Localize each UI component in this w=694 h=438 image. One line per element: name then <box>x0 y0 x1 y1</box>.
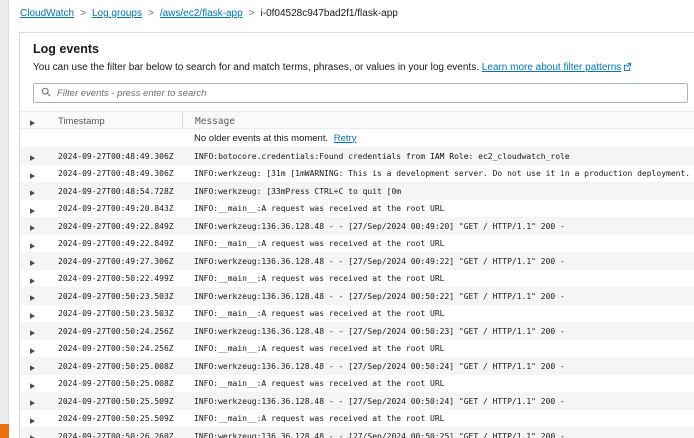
filter-bar[interactable] <box>33 83 688 103</box>
log-message: INFO:__main__:A request was received at … <box>182 239 694 248</box>
log-timestamp: 2024-09-27T00:50:26.260Z <box>58 432 182 438</box>
expand-arrow-icon[interactable]: ▶ <box>30 348 35 355</box>
retry-link[interactable]: Retry <box>334 133 357 144</box>
expand-arrow-icon[interactable]: ▶ <box>30 383 35 390</box>
filter-events-input[interactable] <box>57 88 680 99</box>
expand-arrow-icon[interactable]: ▶ <box>30 208 35 215</box>
breadcrumb-link[interactable]: Log groups <box>92 8 142 19</box>
log-row: ▶ 2024-09-27T00:48:49.306Z INFO:werkzeug… <box>20 165 694 183</box>
log-message: INFO:werkzeug:136.36.128.48 - - [27/Sep/… <box>182 362 694 371</box>
log-timestamp: 2024-09-27T00:50:25.008Z <box>58 379 182 388</box>
log-message: INFO:__main__:A request was received at … <box>182 344 694 353</box>
no-older-events-row: No older events at this moment. Retry <box>20 129 694 147</box>
log-message: INFO:werkzeug:136.36.128.48 - - [27/Sep/… <box>182 432 694 438</box>
no-older-events-message: No older events at this moment. Retry <box>182 133 694 144</box>
log-timestamp: 2024-09-27T00:50:25.509Z <box>58 397 182 406</box>
log-message: INFO:werkzeug: [31m [1mWARNING: This is … <box>182 169 694 178</box>
collapsed-sidebar <box>0 0 9 438</box>
log-timestamp: 2024-09-27T00:50:25.509Z <box>58 414 182 423</box>
expand-arrow-icon[interactable]: ▶ <box>30 418 35 425</box>
expand-arrow-icon[interactable]: ▶ <box>30 191 35 198</box>
log-timestamp: 2024-09-27T00:50:25.008Z <box>58 362 182 371</box>
orange-corner-badge <box>0 424 9 438</box>
expand-arrow-icon[interactable]: ▶ <box>30 366 35 373</box>
log-timestamp: 2024-09-27T00:49:22.849Z <box>58 239 182 248</box>
log-timestamp: 2024-09-27T00:50:23.503Z <box>58 309 182 318</box>
log-table-body: ▶ 2024-09-27T00:48:49.306Z INFO:botocore… <box>20 147 694 438</box>
log-message: INFO:__main__:A request was received at … <box>182 204 694 213</box>
breadcrumb-separator: > <box>148 8 154 19</box>
log-message: INFO:__main__:A request was received at … <box>182 414 694 423</box>
log-timestamp: 2024-09-27T00:49:22.849Z <box>58 222 182 231</box>
log-message: INFO:werkzeug: [33mPress CTRL+C to quit … <box>182 187 694 196</box>
log-row: ▶ 2024-09-27T00:49:22.849Z INFO:__main__… <box>20 235 694 253</box>
log-timestamp: 2024-09-27T00:48:54.728Z <box>58 187 182 196</box>
log-message: INFO:botocore.credentials:Found credenti… <box>182 152 694 161</box>
expand-arrow-icon: ▶ <box>30 121 35 128</box>
description-text: You can use the filter bar below to sear… <box>33 62 479 73</box>
table-header-row: ▶ Timestamp Message <box>20 111 694 129</box>
expand-arrow-icon[interactable]: ▶ <box>30 173 35 180</box>
column-header-timestamp: Timestamp <box>58 116 182 127</box>
search-icon <box>41 84 51 102</box>
breadcrumb: CloudWatch > Log groups > /aws/ec2/flask-app… <box>20 7 398 21</box>
learn-more-link[interactable]: Learn more about filter patterns <box>482 62 622 73</box>
expand-arrow-icon[interactable]: ▶ <box>30 313 35 320</box>
breadcrumb-separator: > <box>249 8 255 19</box>
log-message: INFO:werkzeug:136.36.128.48 - - [27/Sep/… <box>182 292 694 301</box>
log-message: INFO:werkzeug:136.36.128.48 - - [27/Sep/… <box>182 257 694 266</box>
breadcrumb-link[interactable]: CloudWatch <box>20 8 74 19</box>
panel-header: Log events You can use the filter bar be… <box>20 33 694 111</box>
expand-arrow-icon[interactable]: ▶ <box>30 401 35 408</box>
expand-arrow-icon[interactable]: ▶ <box>30 278 35 285</box>
external-link-icon <box>623 62 632 76</box>
notice-text: No older events at this moment. <box>194 133 328 144</box>
log-timestamp: 2024-09-27T00:49:20.843Z <box>58 204 182 213</box>
log-row: ▶ 2024-09-27T00:50:26.260Z INFO:werkzeug… <box>20 427 694 438</box>
log-row: ▶ 2024-09-27T00:48:54.728Z INFO:werkzeug… <box>20 182 694 200</box>
log-timestamp: 2024-09-27T00:48:49.306Z <box>58 169 182 178</box>
panel-description: You can use the filter bar below to sear… <box>33 61 694 76</box>
log-row: ▶ 2024-09-27T00:50:23.503Z INFO:__main__… <box>20 305 694 323</box>
breadcrumb-current: i-0f04528c947bad2f1/flask-app <box>261 8 398 19</box>
expand-arrow-icon[interactable]: ▶ <box>30 156 35 163</box>
log-events-table: ▶ Timestamp Message No older events at t… <box>20 111 694 438</box>
page-title: Log events <box>33 41 694 57</box>
log-row: ▶ 2024-09-27T00:50:24.256Z INFO:__main__… <box>20 340 694 358</box>
column-header-message: Message <box>182 112 694 129</box>
log-message: INFO:werkzeug:136.36.128.48 - - [27/Sep/… <box>182 222 694 231</box>
breadcrumb-link[interactable]: /aws/ec2/flask-app <box>160 8 243 19</box>
log-timestamp: 2024-09-27T00:48:49.306Z <box>58 152 182 161</box>
log-row: ▶ 2024-09-27T00:50:23.503Z INFO:werkzeug… <box>20 287 694 305</box>
log-message: INFO:__main__:A request was received at … <box>182 309 694 318</box>
log-message: INFO:__main__:A request was received at … <box>182 274 694 283</box>
log-message: INFO:werkzeug:136.36.128.48 - - [27/Sep/… <box>182 327 694 336</box>
expand-arrow-icon[interactable]: ▶ <box>30 226 35 233</box>
log-row: ▶ 2024-09-27T00:49:20.843Z INFO:__main__… <box>20 200 694 218</box>
log-row: ▶ 2024-09-27T00:50:25.509Z INFO:werkzeug… <box>20 392 694 410</box>
log-row: ▶ 2024-09-27T00:49:22.849Z INFO:werkzeug… <box>20 217 694 235</box>
log-timestamp: 2024-09-27T00:50:24.256Z <box>58 344 182 353</box>
log-message: INFO:__main__:A request was received at … <box>182 379 694 388</box>
log-row: ▶ 2024-09-27T00:50:25.008Z INFO:__main__… <box>20 375 694 393</box>
expand-arrow-icon[interactable]: ▶ <box>30 331 35 338</box>
expand-arrow-icon[interactable]: ▶ <box>30 243 35 250</box>
header-expand-cell: ▶ <box>20 112 58 129</box>
log-timestamp: 2024-09-27T00:50:24.256Z <box>58 327 182 336</box>
log-message: INFO:werkzeug:136.36.128.48 - - [27/Sep/… <box>182 397 694 406</box>
log-timestamp: 2024-09-27T00:50:22.499Z <box>58 274 182 283</box>
log-timestamp: 2024-09-27T00:50:23.503Z <box>58 292 182 301</box>
log-timestamp: 2024-09-27T00:49:27.306Z <box>58 257 182 266</box>
expand-arrow-icon[interactable]: ▶ <box>30 296 35 303</box>
log-row: ▶ 2024-09-27T00:49:27.306Z INFO:werkzeug… <box>20 252 694 270</box>
log-row: ▶ 2024-09-27T00:48:49.306Z INFO:botocore… <box>20 147 694 165</box>
log-row: ▶ 2024-09-27T00:50:25.008Z INFO:werkzeug… <box>20 357 694 375</box>
log-events-panel: Log events You can use the filter bar be… <box>19 32 694 438</box>
breadcrumb-separator: > <box>80 8 86 19</box>
expand-arrow-icon[interactable]: ▶ <box>30 261 35 268</box>
log-row: ▶ 2024-09-27T00:50:22.499Z INFO:__main__… <box>20 270 694 288</box>
log-row: ▶ 2024-09-27T00:50:25.509Z INFO:__main__… <box>20 410 694 428</box>
log-row: ▶ 2024-09-27T00:50:24.256Z INFO:werkzeug… <box>20 322 694 340</box>
